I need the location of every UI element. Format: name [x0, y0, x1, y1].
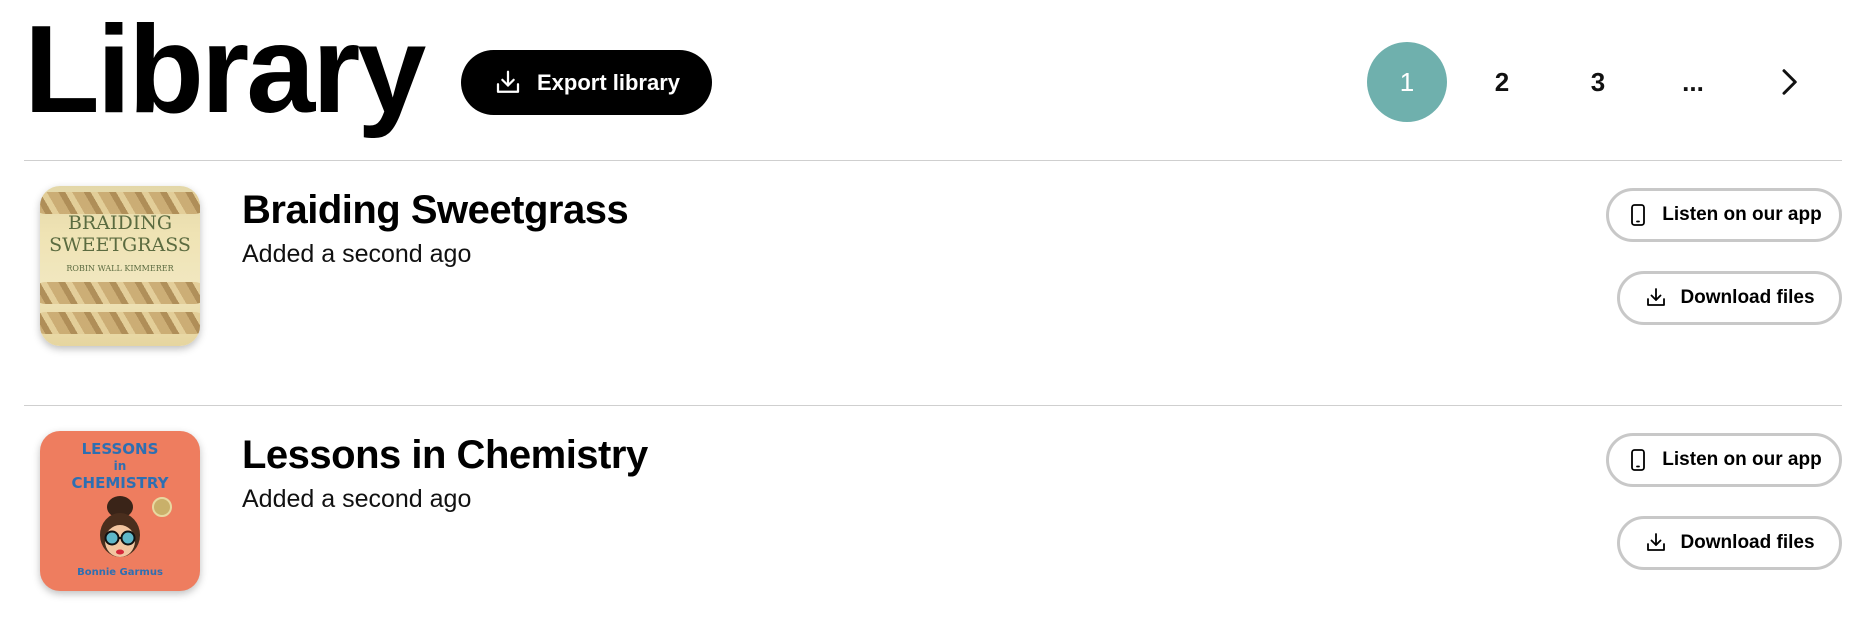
page-1-button[interactable]: 1 [1367, 42, 1447, 122]
cover-title-line: LESSONS [81, 440, 159, 458]
divider [24, 160, 1842, 161]
phone-icon [1631, 204, 1646, 226]
cover-title-line: BRAIDING [67, 212, 173, 234]
next-page-button[interactable] [1749, 42, 1829, 122]
book-cover[interactable]: LESSONS in CHEMISTRY Bonnie Garmus [40, 431, 200, 591]
download-tray-icon [1647, 533, 1666, 551]
page-ellipsis[interactable]: ... [1653, 42, 1733, 122]
cover-author: ROBIN WALL KIMMERER [66, 264, 174, 273]
book-title[interactable]: Braiding Sweetgrass [242, 188, 629, 233]
page-3-button[interactable]: 3 [1558, 42, 1638, 122]
listen-label: Listen on our app [1662, 204, 1822, 225]
book-cover[interactable]: BRAIDING SWEETGRASS ROBIN WALL KIMMERER [40, 186, 200, 346]
book-title[interactable]: Lessons in Chemistry [242, 433, 648, 478]
export-library-label: Export library [536, 69, 681, 95]
portrait-illustration [100, 496, 140, 557]
cover-title-line: CHEMISTRY [71, 474, 169, 492]
export-library-button[interactable]: Export library [461, 50, 712, 115]
listen-on-app-button[interactable]: Listen on our app [1606, 433, 1842, 487]
listen-on-app-button[interactable]: Listen on our app [1606, 188, 1842, 242]
download-files-button[interactable]: Download files [1617, 271, 1842, 325]
added-timestamp: Added a second ago [242, 240, 472, 268]
listen-label: Listen on our app [1662, 449, 1822, 470]
phone-icon [1631, 449, 1646, 471]
page-2-button[interactable]: 2 [1462, 42, 1542, 122]
chevron-right-icon [1782, 69, 1797, 95]
added-timestamp: Added a second ago [242, 485, 472, 513]
download-files-button[interactable]: Download files [1617, 516, 1842, 570]
page-title: Library [24, 1, 426, 139]
cover-title-line: SWEETGRASS [49, 234, 191, 256]
download-label: Download files [1680, 532, 1815, 553]
cover-title-line: in [113, 459, 127, 473]
award-seal [152, 497, 172, 517]
library-item: BRAIDING SWEETGRASS ROBIN WALL KIMMERER … [0, 162, 1866, 362]
download-tray-icon [496, 70, 520, 93]
library-item: LESSONS in CHEMISTRY Bonnie Garmus Lesso… [0, 407, 1866, 607]
divider [24, 405, 1842, 406]
download-label: Download files [1680, 287, 1815, 308]
download-tray-icon [1647, 288, 1666, 306]
cover-author: Bonnie Garmus [77, 567, 163, 578]
